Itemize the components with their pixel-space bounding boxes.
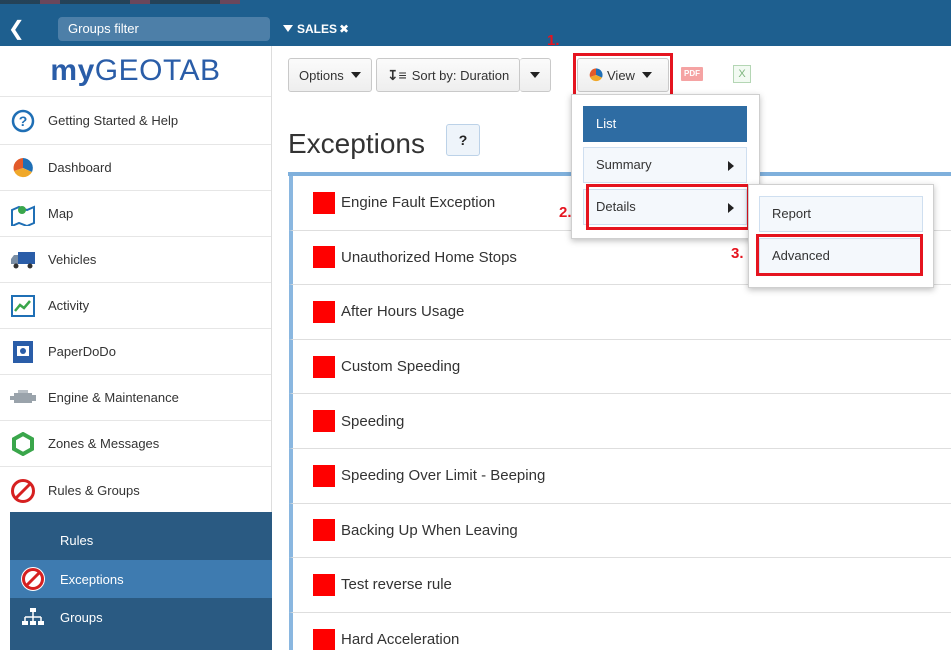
menu-item-label: Summary xyxy=(596,157,652,172)
list-item[interactable]: Hard Acceleration xyxy=(289,612,951,650)
highlight-box-advanced xyxy=(756,234,923,276)
activity-chart-icon xyxy=(10,293,36,319)
prohibited-icon xyxy=(20,566,46,592)
step-2-label: 2. xyxy=(559,204,572,221)
list-item[interactable]: Backing Up When Leaving xyxy=(289,503,951,559)
exception-name: Speeding xyxy=(341,412,405,430)
red-square-icon xyxy=(313,519,335,542)
rules-groups-submenu: Rules Exceptions Groups xyxy=(10,512,272,650)
sort-direction-button[interactable] xyxy=(520,58,552,92)
prohibited-icon xyxy=(10,478,36,504)
highlight-box-view xyxy=(573,53,673,97)
sidebar-subitem-label: Rules xyxy=(60,532,94,548)
sort-button[interactable]: ↧≡ Sort by: Duration xyxy=(375,58,521,92)
help-circle-icon: ? xyxy=(10,108,36,134)
exception-name: Unauthorized Home Stops xyxy=(341,248,517,266)
remove-chip-icon[interactable]: ✖ xyxy=(339,22,349,36)
sidebar-item-activity[interactable]: Activity xyxy=(0,282,271,328)
document-icon xyxy=(10,339,36,365)
sidebar: my GEOTAB ? Getting Started & Help Dashbo… xyxy=(0,46,272,650)
exception-name: Test reverse rule xyxy=(341,576,452,594)
sidebar-subitem-exceptions[interactable]: Exceptions xyxy=(10,560,272,598)
red-square-icon xyxy=(313,246,335,269)
chevron-down-icon xyxy=(350,72,361,78)
truck-icon xyxy=(10,247,36,273)
sidebar-item-label: Zones & Messages xyxy=(48,436,160,451)
list-item[interactable]: After Hours Usage xyxy=(289,285,951,340)
chevron-right-icon xyxy=(728,161,734,171)
exception-name: Backing Up When Leaving xyxy=(341,521,518,539)
map-icon xyxy=(10,201,36,227)
exception-name: Speeding Over Limit - Beeping xyxy=(341,467,546,485)
sidebar-item-dashboard[interactable]: Dashboard xyxy=(0,144,271,190)
sidebar-subitem-groups[interactable]: Groups xyxy=(10,598,272,636)
sidebar-subitem-label: Exceptions xyxy=(60,571,124,587)
sidebar-item-label: PaperDoDo xyxy=(48,344,116,359)
chevron-down-icon xyxy=(530,72,541,78)
sidebar-item-paperdodo[interactable]: PaperDoDo xyxy=(0,328,271,374)
sidebar-item-label: Map xyxy=(48,206,74,221)
sidebar-item-rules-groups[interactable]: Rules & Groups xyxy=(0,466,271,514)
red-square-icon xyxy=(313,573,335,596)
back-button[interactable]: ❮ xyxy=(8,19,28,39)
options-button[interactable]: Options xyxy=(288,58,372,92)
menu-item-report[interactable]: Report xyxy=(759,196,923,232)
help-button[interactable]: ? xyxy=(446,124,480,156)
group-filter-chip[interactable]: SALES ✖ xyxy=(283,19,349,39)
red-square-icon xyxy=(313,410,335,433)
sidebar-item-label: Engine & Maintenance xyxy=(48,390,179,405)
group-chip-label: SALES xyxy=(297,22,338,36)
zone-icon xyxy=(10,431,36,457)
page-title: Exceptions xyxy=(288,128,425,159)
excel-export-icon[interactable]: X xyxy=(733,65,751,83)
sort-label: Sort by: Duration xyxy=(411,67,510,83)
sidebar-item-label: Vehicles xyxy=(48,252,97,267)
sidebar-item-map[interactable]: Map xyxy=(0,190,271,236)
sidebar-subitem-label: Groups xyxy=(60,609,103,625)
top-bar: ❮ Groups filter SALES ✖ xyxy=(0,0,951,46)
red-square-icon xyxy=(313,464,335,487)
sidebar-item-zones-messages[interactable]: Zones & Messages xyxy=(0,420,271,466)
list-item[interactable]: Speeding xyxy=(289,394,951,449)
hierarchy-icon xyxy=(20,604,46,630)
sort-icon: ↧≡ xyxy=(386,66,407,83)
sidebar-item-label: Activity xyxy=(48,298,90,313)
mygeotab-logo[interactable]: my GEOTAB xyxy=(0,46,271,96)
sidebar-item-label: Rules & Groups xyxy=(48,483,140,498)
red-square-icon xyxy=(313,191,335,214)
svg-text:?: ? xyxy=(19,113,28,129)
sidebar-item-label: Dashboard xyxy=(48,160,112,175)
options-label: Options xyxy=(299,67,344,83)
chevron-down-icon[interactable] xyxy=(283,25,293,32)
sidebar-item-engine-maintenance[interactable]: Engine & Maintenance xyxy=(0,374,271,420)
exception-name: Engine Fault Exception xyxy=(341,194,496,212)
highlight-box-details xyxy=(586,184,750,230)
menu-item-list[interactable]: List xyxy=(583,106,747,142)
list-item[interactable]: Speeding Over Limit - Beeping xyxy=(289,448,951,504)
red-square-icon xyxy=(313,628,335,650)
groups-filter-input[interactable]: Groups filter xyxy=(58,17,270,41)
list-item[interactable]: Test reverse rule xyxy=(289,558,951,613)
top-stripe xyxy=(0,0,240,4)
exception-name: After Hours Usage xyxy=(341,303,465,321)
sidebar-subitem-rules[interactable]: Rules xyxy=(10,512,272,560)
pdf-export-icon[interactable]: PDF xyxy=(681,67,703,81)
engine-icon xyxy=(10,385,36,411)
menu-item-summary[interactable]: Summary xyxy=(583,147,747,183)
red-square-icon xyxy=(313,355,335,378)
pie-chart-icon xyxy=(10,155,36,181)
list-item[interactable]: Custom Speeding xyxy=(289,339,951,395)
step-3-label: 3. xyxy=(731,245,744,262)
sidebar-item-help[interactable]: ? Getting Started & Help xyxy=(0,96,271,144)
exception-name: Hard Acceleration xyxy=(341,631,460,649)
sidebar-item-label: Getting Started & Help xyxy=(48,113,179,128)
step-1-label: 1. xyxy=(547,32,560,49)
red-square-icon xyxy=(313,300,335,323)
toolbar: Options ↧≡ Sort by: Duration xyxy=(288,58,555,92)
exception-name: Custom Speeding xyxy=(341,358,461,376)
sidebar-item-vehicles[interactable]: Vehicles xyxy=(0,236,271,282)
